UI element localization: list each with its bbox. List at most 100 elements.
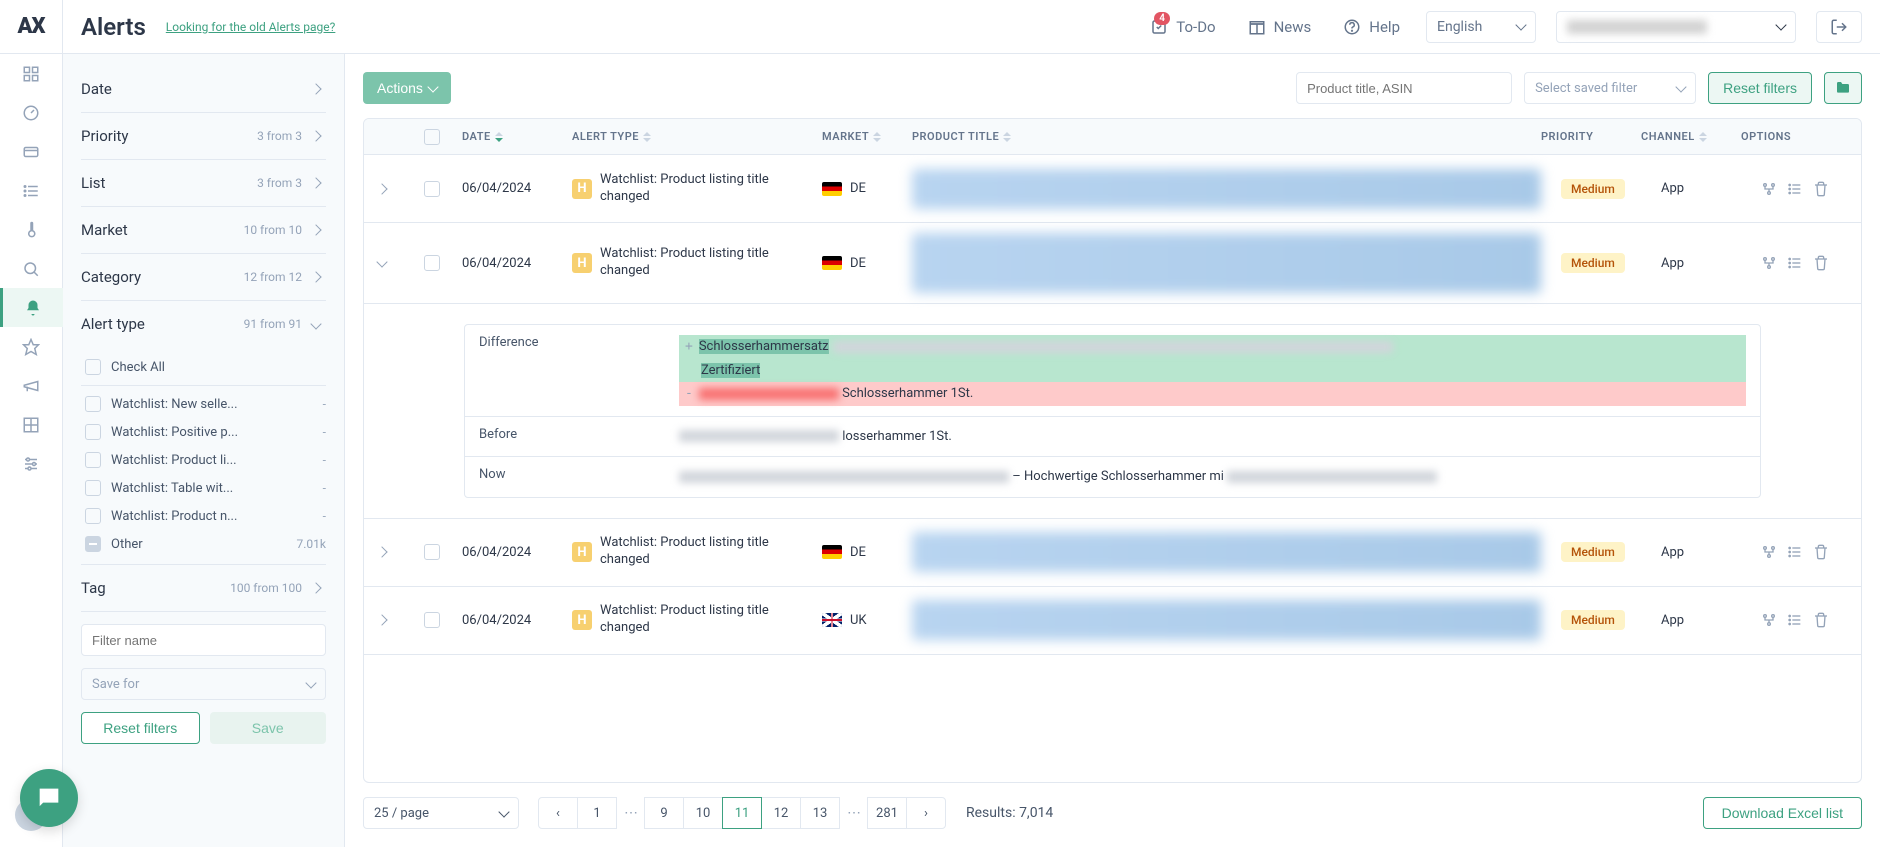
page-size-select[interactable]: 25 / page (363, 797, 519, 829)
old-alerts-link[interactable]: Looking for the old Alerts page? (166, 20, 336, 34)
alert-type-item[interactable]: Watchlist: Product li...- (81, 446, 326, 474)
filter-list[interactable]: List 3 from 3 (81, 160, 326, 207)
row-checkbox[interactable] (424, 612, 440, 628)
trash-icon[interactable] (1813, 255, 1829, 271)
nav-alerts[interactable] (0, 288, 63, 327)
saved-filter-select[interactable]: Select saved filter (1524, 72, 1696, 104)
page-button[interactable]: 1 (577, 797, 617, 829)
row-checkbox[interactable] (424, 181, 440, 197)
page-button[interactable]: 281 (867, 797, 907, 829)
th-channel[interactable]: CHANNEL (1631, 130, 1731, 143)
hierarchy-icon[interactable] (1761, 181, 1777, 197)
flag-de-icon (822, 545, 842, 559)
help-button[interactable]: Help (1337, 18, 1406, 36)
page-button[interactable]: 12 (761, 797, 801, 829)
list-icon[interactable] (1787, 255, 1803, 271)
pagination: ‹ 1 ⋯ 9 10 11 12 13 ⋯ 281 › (539, 797, 946, 829)
list-icon[interactable] (1787, 544, 1803, 560)
alert-type-item[interactable]: Watchlist: New selle...- (81, 390, 326, 418)
filter-market[interactable]: Market 10 from 10 (81, 207, 326, 254)
checkbox[interactable] (85, 359, 101, 375)
nav-sliders[interactable] (0, 444, 63, 483)
nav-star[interactable] (0, 327, 63, 366)
filter-category[interactable]: Category 12 from 12 (81, 254, 326, 301)
nav-list[interactable] (0, 171, 63, 210)
save-for-select[interactable]: Save for (81, 668, 326, 700)
trash-icon[interactable] (1813, 544, 1829, 560)
expand-toggle[interactable] (374, 185, 390, 193)
sort-icon (1699, 132, 1707, 142)
chat-widget[interactable] (20, 769, 78, 827)
hierarchy-icon[interactable] (1761, 255, 1777, 271)
th-options: OPTIONS (1731, 130, 1841, 143)
checkbox[interactable] (85, 508, 101, 524)
news-button[interactable]: News (1242, 18, 1318, 36)
alert-type-item[interactable]: Watchlist: Positive p...- (81, 418, 326, 446)
page-button[interactable]: 9 (644, 797, 684, 829)
row-detail: Difference +Schlosserhammersatz Zertifiz… (364, 304, 1861, 519)
row-checkbox[interactable] (424, 544, 440, 560)
th-market[interactable]: MARKET (812, 130, 902, 143)
hierarchy-icon[interactable] (1761, 612, 1777, 628)
hierarchy-icon[interactable] (1761, 544, 1777, 560)
trash-icon[interactable] (1813, 612, 1829, 628)
chevron-down-icon (1675, 81, 1686, 92)
th-date[interactable]: DATE (452, 130, 562, 143)
select-all-checkbox[interactable] (424, 129, 440, 145)
account-select[interactable] (1556, 11, 1796, 43)
filter-tag[interactable]: Tag 100 from 100 (81, 564, 326, 612)
filter-priority[interactable]: Priority 3 from 3 (81, 113, 326, 160)
trash-icon[interactable] (1813, 181, 1829, 197)
alerts-table: DATE ALERT TYPE MARKET PRODUCT TITLE PRI… (363, 118, 1862, 783)
th-alert-type[interactable]: ALERT TYPE (562, 130, 812, 143)
nav-globe[interactable] (0, 93, 63, 132)
nav-card[interactable] (0, 132, 63, 171)
reset-filters-button[interactable]: Reset filters (1708, 72, 1812, 104)
list-icon[interactable] (1787, 181, 1803, 197)
actions-button[interactable]: Actions (363, 72, 451, 104)
checkbox[interactable] (85, 396, 101, 412)
alert-severity-icon: H (572, 253, 592, 273)
logout-button[interactable] (1816, 11, 1862, 43)
alert-type-item[interactable]: Watchlist: Product n...- (81, 502, 326, 530)
th-product-title[interactable]: PRODUCT TITLE (902, 130, 1531, 143)
expand-toggle[interactable] (374, 261, 390, 266)
page-prev[interactable]: ‹ (538, 797, 578, 829)
nav-table[interactable] (0, 405, 63, 444)
sidebar-reset-button[interactable]: Reset filters (81, 712, 200, 744)
download-button[interactable]: Download Excel list (1703, 797, 1862, 829)
checkbox[interactable] (85, 452, 101, 468)
todo-button[interactable]: 4 To-Do (1144, 18, 1221, 36)
filter-name-input[interactable] (81, 624, 326, 656)
checkbox[interactable] (85, 424, 101, 440)
alert-type-other[interactable]: Other7.01k (81, 530, 326, 558)
folder-button[interactable] (1824, 72, 1862, 104)
star-icon (22, 338, 40, 356)
alert-type-item[interactable]: Watchlist: Table wit...- (81, 474, 326, 502)
flag-de-icon (822, 256, 842, 270)
expand-toggle[interactable] (374, 616, 390, 624)
filter-date[interactable]: Date (81, 66, 326, 113)
chevron-down-icon (1515, 19, 1526, 30)
list-icon[interactable] (1787, 612, 1803, 628)
row-checkbox[interactable] (424, 255, 440, 271)
nav-dashboard[interactable] (0, 54, 63, 93)
nav-horn[interactable] (0, 366, 63, 405)
page-button[interactable]: 13 (800, 797, 840, 829)
page-button[interactable]: 10 (683, 797, 723, 829)
language-select[interactable]: English (1426, 11, 1536, 43)
checkbox[interactable] (85, 480, 101, 496)
logo[interactable]: AX (0, 0, 63, 54)
sidebar-save-button[interactable]: Save (210, 712, 327, 744)
page-next[interactable]: › (906, 797, 946, 829)
check-all[interactable]: Check All (81, 353, 326, 381)
page-ellipsis: ⋯ (617, 805, 645, 821)
search-input[interactable] (1296, 72, 1512, 104)
page-button-current[interactable]: 11 (722, 797, 762, 829)
checkbox-indeterminate[interactable] (85, 536, 101, 552)
filter-alert-type[interactable]: Alert type 91 from 91 (81, 301, 326, 347)
expand-toggle[interactable] (374, 548, 390, 556)
nav-temp[interactable] (0, 210, 63, 249)
nav-search[interactable] (0, 249, 63, 288)
chevron-down-icon (305, 677, 316, 688)
